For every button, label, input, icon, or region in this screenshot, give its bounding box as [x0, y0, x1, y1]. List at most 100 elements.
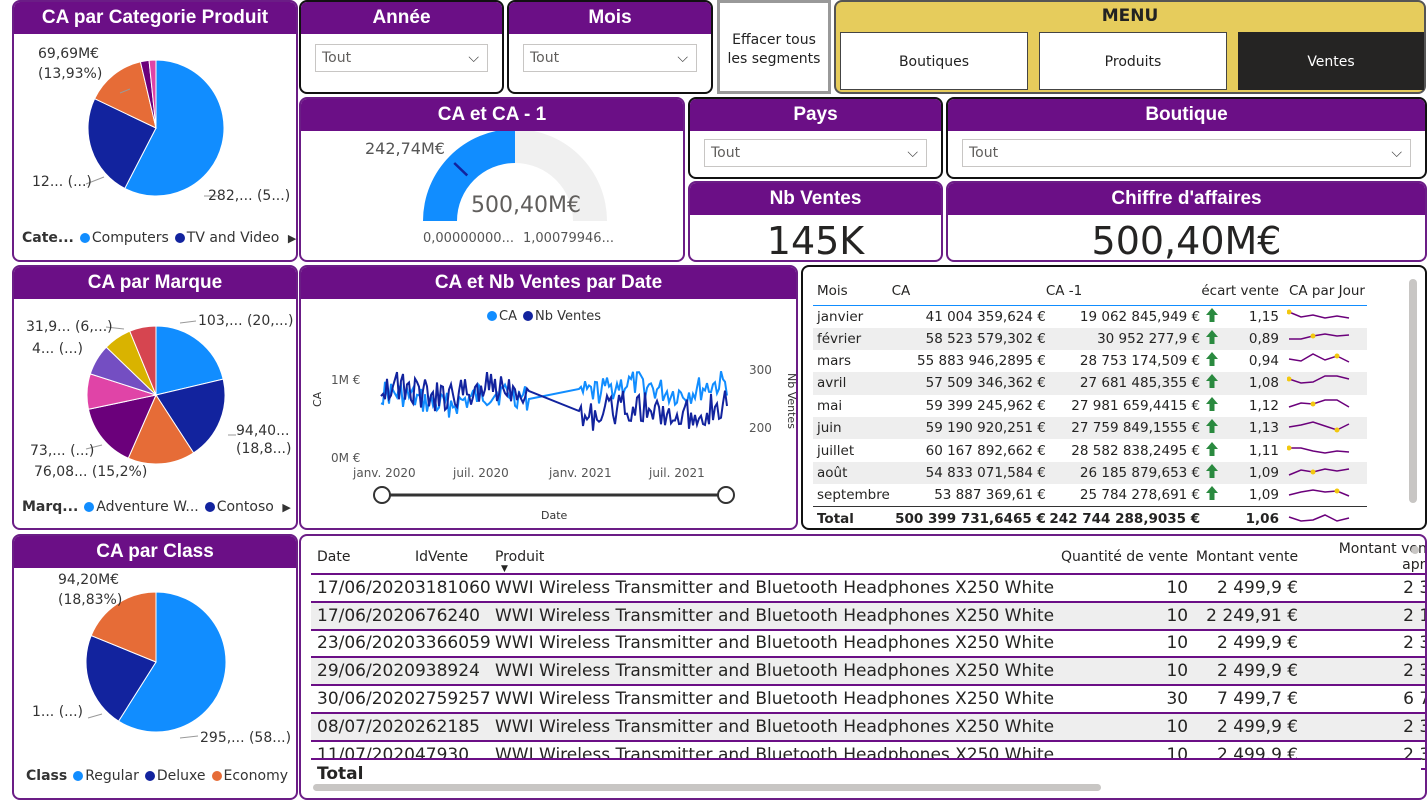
col-idvente[interactable]: IdVente: [415, 540, 495, 574]
category-legend-title: Cate...: [22, 230, 74, 246]
category-label-right: 282,... (5...): [208, 188, 291, 204]
pays-value: Tout: [711, 145, 741, 161]
matrix-cell-mois: mars: [817, 353, 852, 370]
matrix-row[interactable]: juin 59 190 920,251 € 27 759 849,1555 € 1,1…: [813, 417, 1367, 440]
col-ca1[interactable]: CA -1: [1046, 277, 1200, 305]
x-tick-2: janv. 2021: [548, 466, 612, 480]
matrix-row[interactable]: juillet 60 167 892,662 € 28 582 838,2495 €…: [813, 439, 1367, 461]
chiffre-affaires-title: Chiffre d'affaires: [948, 183, 1425, 215]
marque-pie-card: CA par Marque 31,9... (6,...) 4... (...)…: [12, 265, 298, 530]
legend-item-tv-video[interactable]: TV and Video: [187, 230, 280, 246]
matrix-row[interactable]: mai 59 399 245,962 € 27 981 659,4415 € 1,12: [813, 395, 1367, 417]
boutique-slicer: Boutique Tout ⌵: [946, 97, 1427, 179]
legend-item-economy[interactable]: Economy: [224, 768, 288, 784]
arrow-up-icon: [1200, 417, 1224, 439]
table-row[interactable]: 08/07/2020 262185 WWI Wireless Transmitter…: [311, 712, 1425, 741]
class-legend: Class Regular Deluxe Economy: [26, 768, 288, 784]
matrix-cell-ca: 53 887 369,61 €: [934, 487, 1046, 504]
category-legend: Cate... Computers TV and Video ▶: [22, 230, 296, 246]
marque-label-tl2: 4... (...): [32, 341, 83, 357]
table-row[interactable]: 23/06/2020 3366059 WWI Wireless Transmitte…: [311, 630, 1425, 658]
pays-slicer: Pays Tout ⌵: [688, 97, 943, 179]
marque-label-tl: 31,9... (6,...): [26, 319, 113, 335]
cell-produit: WWI Wireless Transmitter and Bluetooth H…: [494, 661, 1055, 682]
table-row[interactable]: 30/06/2020 2759257 WWI Wireless Transmitte…: [311, 685, 1425, 713]
matrix-cell-ca1: 25 784 278,691 €: [1079, 487, 1201, 504]
legend-next-icon[interactable]: ▶: [288, 232, 296, 245]
legend-item-contoso[interactable]: Contoso: [217, 499, 274, 515]
matrix-row[interactable]: avril 57 509 346,362 € 27 681 485,355 € 1,0…: [813, 372, 1367, 395]
pays-dropdown[interactable]: Tout ⌵: [704, 139, 927, 167]
matrix-row[interactable]: janvier 41 004 359,624 € 19 062 845,949 € 1…: [813, 305, 1367, 328]
nb-ventes-title: Nb Ventes: [690, 183, 941, 215]
x-axis-label: Date: [541, 509, 568, 522]
matrix-total-ca1: 242 744 288,9035 €: [1049, 510, 1201, 527]
date-range-handle-start[interactable]: [373, 486, 391, 504]
menu-boutiques-button[interactable]: Boutiques: [840, 32, 1028, 90]
col-ecart[interactable]: écart vente: [1200, 277, 1279, 305]
cell-montant: 7 499,7 €: [1217, 689, 1299, 710]
marque-label-l1: 73,... (...): [30, 443, 95, 459]
sparkline: [1279, 439, 1367, 461]
category-label-left: 12... (...): [32, 174, 92, 190]
legend-item-adventure[interactable]: Adventure W...: [96, 499, 198, 515]
cell-date: 08/07/2020: [317, 716, 415, 737]
arrow-up-icon: [1200, 305, 1224, 328]
chiffre-affaires-card: Chiffre d'affaires 500,40M€: [946, 181, 1427, 262]
y-left-axis-label: CA: [311, 391, 324, 407]
menu-title: MENU: [1101, 6, 1159, 26]
timeseries-chart[interactable]: 1M € 0M € 300 200 janv. 2020 juil. 2020 …: [301, 299, 796, 529]
col-montant-apres[interactable]: Montant vente après: [1298, 540, 1425, 574]
category-pie-card: CA par Categorie Produit 69,69M€ (13,93%…: [12, 0, 298, 262]
col-ca[interactable]: CA: [892, 277, 1046, 305]
detail-h-scrollbar[interactable]: [313, 784, 1101, 791]
cell-qte: 10: [1166, 577, 1189, 598]
menu-ventes-button[interactable]: Ventes: [1238, 32, 1424, 90]
col-ca-jour[interactable]: CA par Jour: [1279, 277, 1367, 305]
legend-item-regular[interactable]: Regular: [85, 768, 139, 784]
x-tick-3: juil. 2021: [648, 466, 705, 480]
col-quantite[interactable]: Quantité de vente: [1054, 540, 1188, 574]
col-montant[interactable]: Montant vente: [1188, 540, 1298, 574]
arrow-up-icon: [1200, 462, 1224, 484]
gauge-card: CA et CA - 1 242,74M€ 500,40M€ 0,0000000…: [299, 97, 685, 262]
legend-item-deluxe[interactable]: Deluxe: [157, 768, 206, 784]
class-label-right: 295,... (58...): [200, 730, 292, 746]
matrix-cell-ecart: 1,13: [1248, 420, 1279, 437]
col-date[interactable]: Date: [311, 540, 415, 574]
legend-next-icon[interactable]: ▶: [282, 501, 290, 514]
matrix-cell-mois: janvier: [817, 308, 864, 325]
detail-v-scrollbar[interactable]: [1411, 546, 1419, 554]
menu-produits-button[interactable]: Produits: [1039, 32, 1227, 90]
legend-item-computers[interactable]: Computers: [92, 230, 169, 246]
mois-dropdown[interactable]: Tout ⌵: [523, 44, 697, 72]
marque-legend-title: Marq...: [22, 499, 79, 515]
cell-qte: 30: [1166, 689, 1189, 710]
sparkline: [1279, 395, 1367, 417]
cell-apres: 2 37: [1403, 633, 1425, 654]
col-produit[interactable]: Produit ▼: [495, 540, 1054, 575]
cell-montant: 2 499,9 €: [1217, 633, 1299, 654]
clear-segments-label: Effacer tous les segments: [727, 32, 821, 67]
matrix-cell-ecart: 1,08: [1248, 375, 1279, 392]
col-mois[interactable]: Mois: [813, 277, 892, 305]
annee-dropdown[interactable]: Tout ⌵: [315, 44, 488, 72]
boutique-dropdown[interactable]: Tout ⌵: [962, 139, 1411, 167]
matrix-scrollbar[interactable]: [1409, 279, 1417, 503]
table-row[interactable]: 17/06/2020 3181060 WWI Wireless Transmitte…: [311, 574, 1425, 602]
matrix-total-spark: [1279, 507, 1367, 528]
matrix-cell-mois: mai: [817, 397, 843, 414]
matrix-row[interactable]: février 58 523 579,302 € 30 952 277,9 € 0,8…: [813, 327, 1367, 350]
table-row[interactable]: 29/06/2020 938924 WWI Wireless Transmitter…: [311, 657, 1425, 686]
date-range-handle-end[interactable]: [717, 486, 735, 504]
nb-ventes-value: 145K: [766, 219, 865, 262]
matrix-row[interactable]: septembre 53 887 369,61 € 25 784 278,691 €…: [813, 484, 1367, 507]
table-row[interactable]: 17/06/2020 676240 WWI Wireless Transmitter…: [311, 601, 1425, 630]
matrix-row[interactable]: août 54 833 071,584 € 26 185 879,653 € 1,09: [813, 461, 1367, 485]
x-tick-1: juil. 2020: [452, 466, 509, 480]
matrix-row[interactable]: mars 55 883 946,2895 € 28 753 174,509 € 0,9…: [813, 350, 1367, 372]
cell-produit: WWI Wireless Transmitter and Bluetooth H…: [494, 633, 1055, 654]
cell-montant: 2 499,9 €: [1217, 577, 1299, 598]
clear-segments-button[interactable]: Effacer tous les segments: [717, 0, 831, 94]
cell-id: 3366059: [414, 633, 491, 654]
